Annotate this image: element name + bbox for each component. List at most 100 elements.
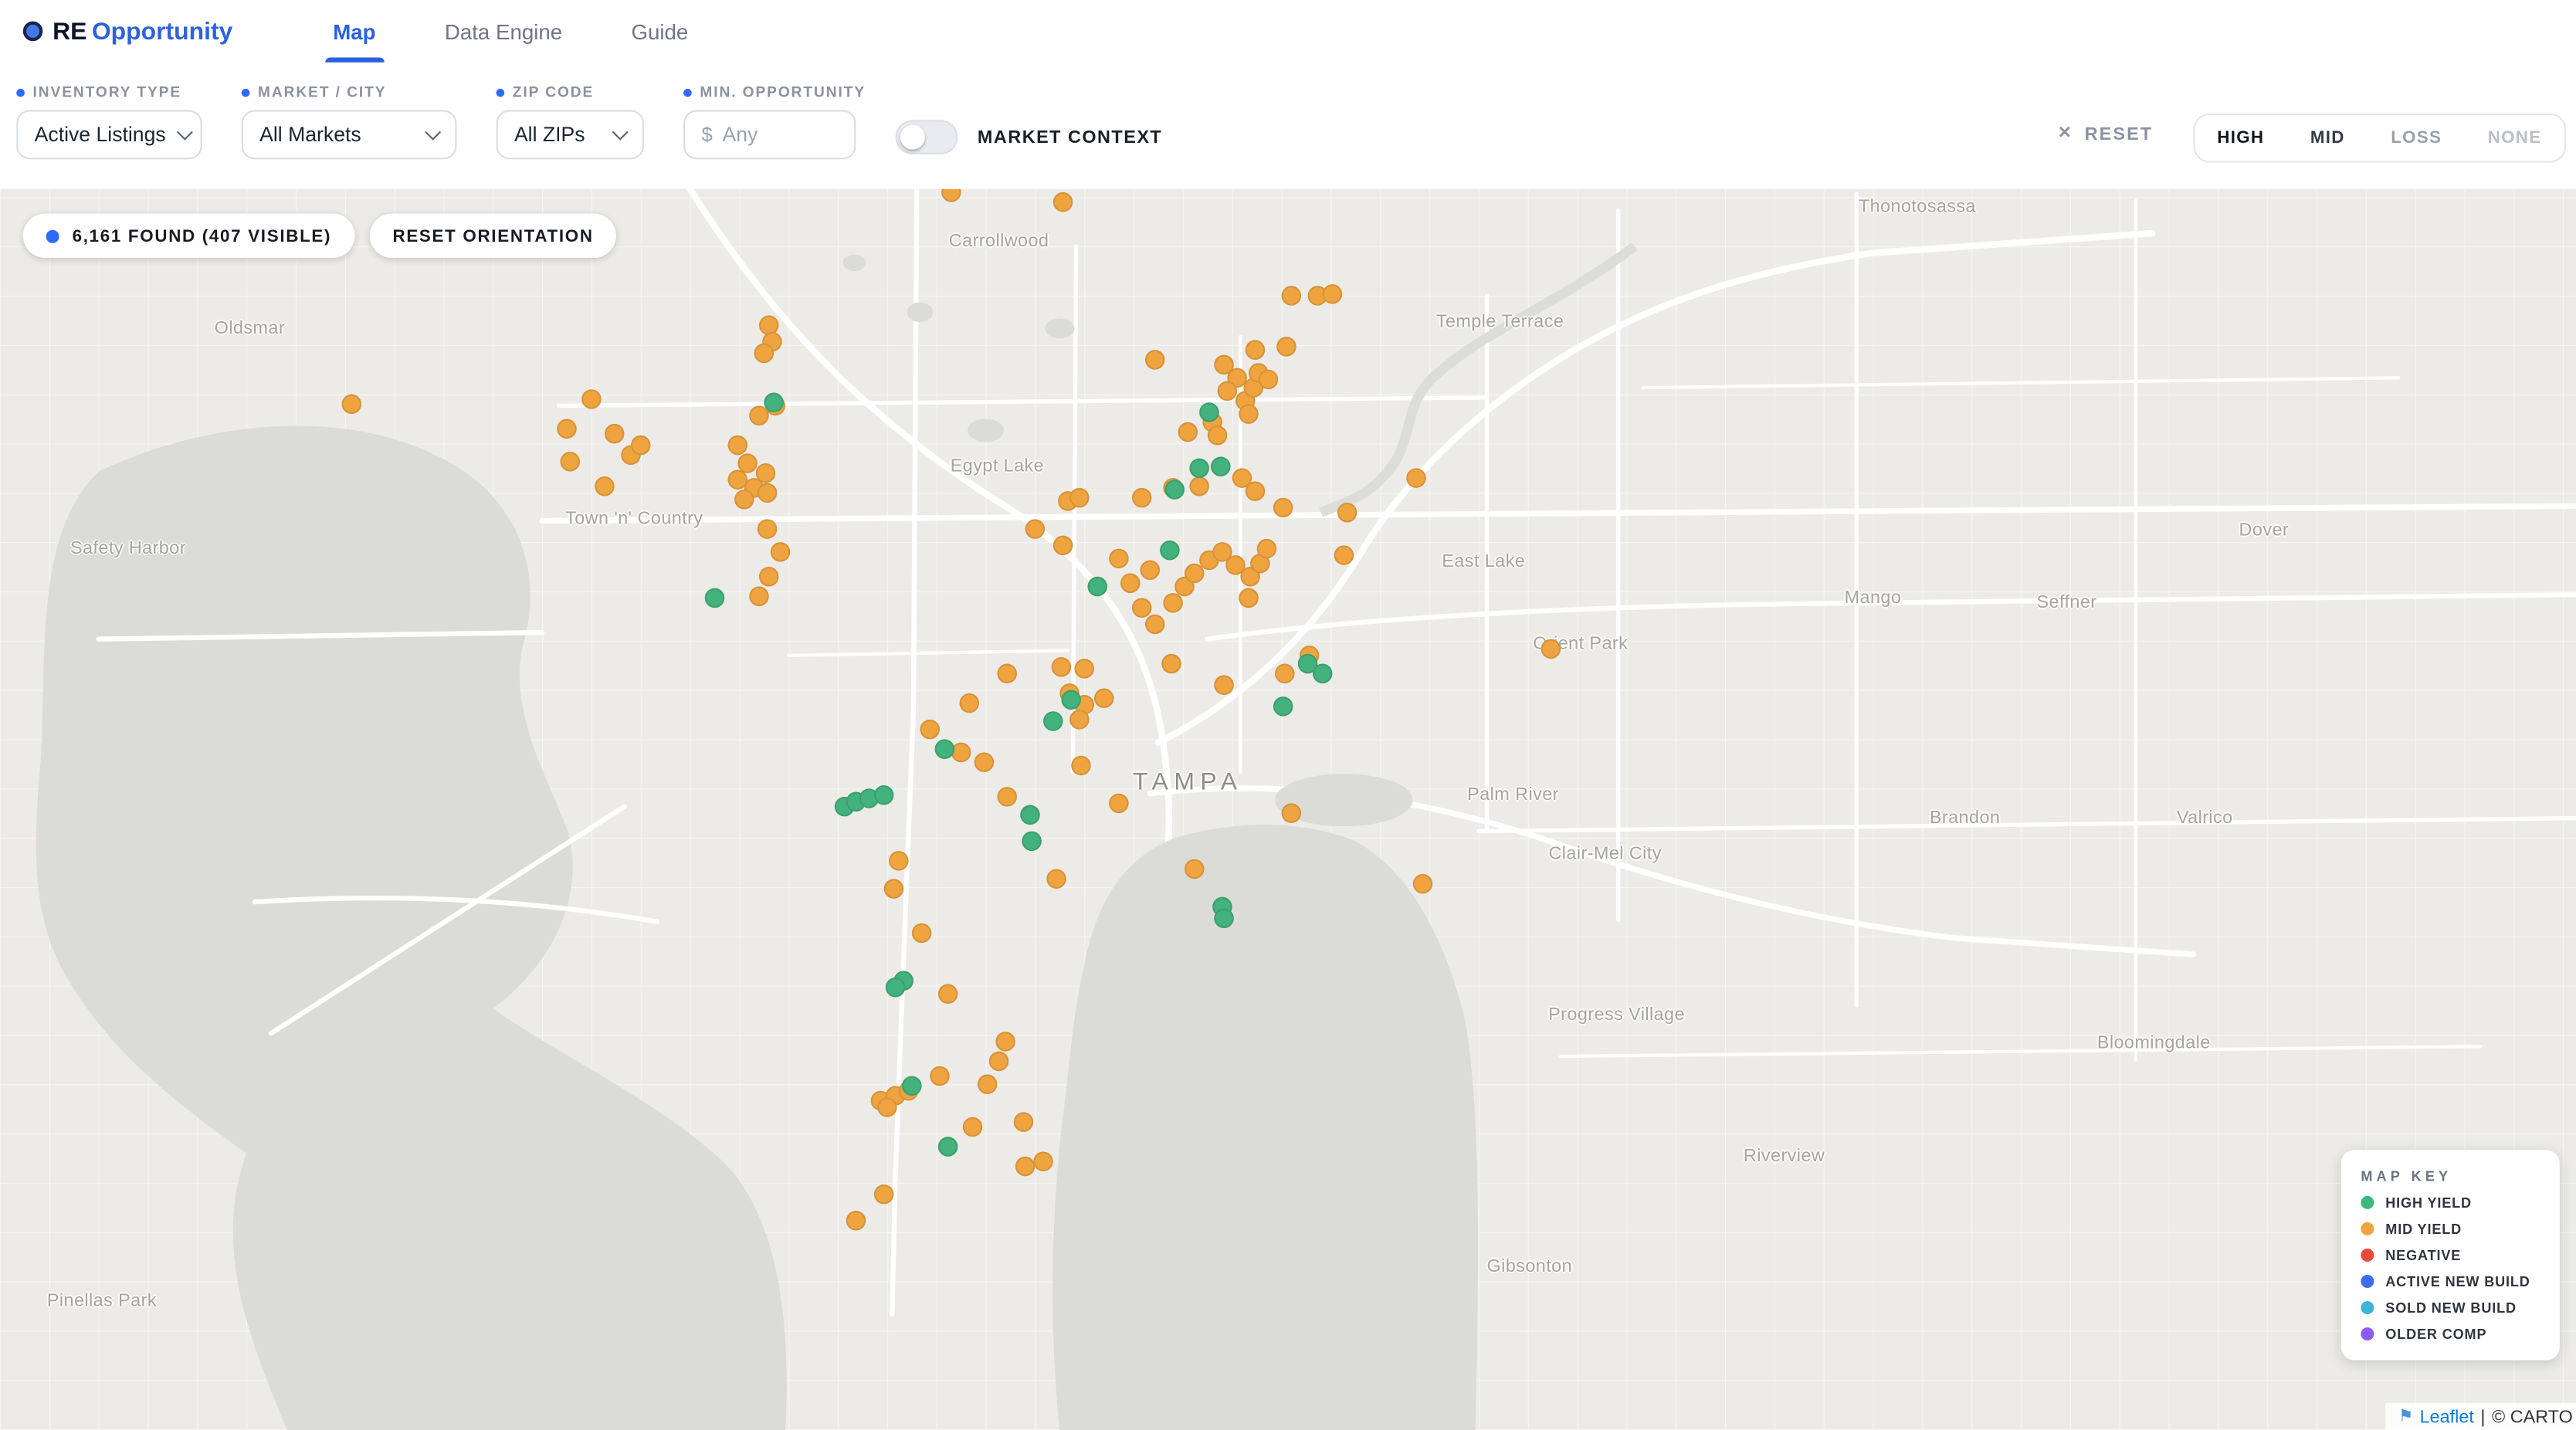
marker-mid-yield[interactable] — [1046, 869, 1066, 890]
marker-mid-yield[interactable] — [754, 344, 774, 364]
marker-mid-yield[interactable] — [1214, 675, 1234, 695]
marker-mid-yield[interactable] — [997, 664, 1017, 684]
marker-mid-yield[interactable] — [1163, 593, 1183, 613]
marker-mid-yield[interactable] — [1053, 536, 1073, 556]
marker-mid-yield[interactable] — [595, 476, 615, 496]
marker-high-yield[interactable] — [886, 978, 906, 998]
marker-mid-yield[interactable] — [874, 1184, 894, 1205]
marker-mid-yield[interactable] — [974, 752, 995, 772]
marker-mid-yield[interactable] — [342, 395, 362, 415]
marker-mid-yield[interactable] — [734, 490, 754, 510]
marker-mid-yield[interactable] — [989, 1052, 1009, 1072]
marker-mid-yield[interactable] — [1259, 370, 1279, 390]
marker-mid-yield[interactable] — [1239, 404, 1259, 424]
market-city-select[interactable]: All Markets — [242, 110, 457, 160]
marker-mid-yield[interactable] — [1141, 561, 1161, 581]
marker-mid-yield[interactable] — [1161, 654, 1181, 674]
marker-high-yield[interactable] — [1214, 909, 1234, 929]
nav-tab-guide[interactable]: Guide — [626, 0, 693, 63]
marker-high-yield[interactable] — [1313, 664, 1333, 684]
marker-high-yield[interactable] — [1061, 690, 1081, 710]
marker-mid-yield[interactable] — [1053, 192, 1073, 212]
tier-none-button[interactable]: NONE — [2465, 115, 2564, 161]
tier-loss-button[interactable]: LOSS — [2368, 115, 2465, 161]
marker-mid-yield[interactable] — [960, 693, 980, 713]
marker-mid-yield[interactable] — [1185, 859, 1205, 879]
marker-mid-yield[interactable] — [884, 879, 904, 899]
nav-tab-map[interactable]: Map — [328, 0, 381, 63]
marker-mid-yield[interactable] — [963, 1117, 983, 1137]
marker-mid-yield[interactable] — [758, 519, 778, 539]
inventory-type-select[interactable]: Active Listings — [16, 110, 202, 160]
tier-high-button[interactable]: HIGH — [2195, 115, 2288, 161]
marker-mid-yield[interactable] — [749, 587, 769, 607]
marker-high-yield[interactable] — [1022, 832, 1042, 852]
marker-mid-yield[interactable] — [920, 720, 940, 740]
zip-code-select[interactable]: All ZIPs — [497, 110, 644, 160]
marker-mid-yield[interactable] — [1257, 539, 1277, 559]
marker-mid-yield[interactable] — [930, 1066, 950, 1086]
marker-mid-yield[interactable] — [1025, 519, 1046, 539]
marker-mid-yield[interactable] — [1074, 659, 1094, 679]
app-logo[interactable]: RE Opportunity — [23, 17, 233, 45]
marker-mid-yield[interactable] — [1132, 598, 1152, 618]
marker-high-yield[interactable] — [1211, 456, 1231, 476]
marker-mid-yield[interactable] — [1069, 488, 1090, 508]
marker-mid-yield[interactable] — [912, 923, 932, 944]
marker-mid-yield[interactable] — [1109, 549, 1129, 569]
marker-high-yield[interactable] — [705, 588, 725, 608]
carto-link[interactable]: © CARTO — [2492, 1407, 2573, 1427]
marker-mid-yield[interactable] — [631, 435, 651, 456]
min-opportunity-input[interactable] — [722, 124, 817, 147]
marker-mid-yield[interactable] — [759, 567, 779, 587]
marker-mid-yield[interactable] — [877, 1097, 897, 1117]
marker-mid-yield[interactable] — [1014, 1112, 1034, 1132]
marker-mid-yield[interactable] — [1246, 340, 1266, 360]
reset-filters-button[interactable]: ✕ RESET — [2058, 125, 2154, 145]
leaflet-link[interactable]: Leaflet — [2420, 1407, 2474, 1427]
marker-mid-yield[interactable] — [1109, 794, 1129, 814]
marker-mid-yield[interactable] — [1120, 574, 1141, 594]
map-canvas[interactable]: ThonotosassaCarrollwoodTemple TerraceOld… — [0, 189, 2576, 1430]
marker-high-yield[interactable] — [1273, 696, 1293, 717]
nav-tab-data-engine[interactable]: Data Engine — [439, 0, 567, 63]
marker-mid-yield[interactable] — [1145, 350, 1165, 370]
marker-mid-yield[interactable] — [1541, 639, 1561, 659]
marker-mid-yield[interactable] — [1282, 803, 1302, 823]
marker-high-yield[interactable] — [764, 392, 784, 412]
marker-high-yield[interactable] — [1160, 540, 1180, 561]
marker-mid-yield[interactable] — [1145, 615, 1165, 635]
marker-mid-yield[interactable] — [1132, 488, 1152, 508]
marker-mid-yield[interactable] — [581, 389, 602, 409]
marker-mid-yield[interactable] — [1239, 588, 1259, 608]
marker-high-yield[interactable] — [1043, 711, 1063, 731]
results-count-pill[interactable]: 6,161 FOUND (407 VISIBLE) — [23, 214, 354, 258]
marker-high-yield[interactable] — [1199, 402, 1219, 422]
marker-high-yield[interactable] — [1189, 459, 1209, 479]
marker-mid-yield[interactable] — [1178, 422, 1198, 442]
marker-mid-yield[interactable] — [1071, 756, 1091, 776]
marker-mid-yield[interactable] — [1218, 381, 1238, 402]
marker-mid-yield[interactable] — [938, 984, 958, 1004]
market-context-toggle[interactable] — [896, 120, 958, 154]
marker-mid-yield[interactable] — [889, 851, 909, 871]
marker-high-yield[interactable] — [1020, 805, 1040, 825]
marker-mid-yield[interactable] — [1406, 468, 1426, 488]
marker-mid-yield[interactable] — [995, 1032, 1015, 1052]
marker-mid-yield[interactable] — [1052, 657, 1072, 677]
marker-mid-yield[interactable] — [1246, 481, 1266, 501]
marker-mid-yield[interactable] — [728, 435, 748, 456]
marker-mid-yield[interactable] — [1282, 286, 1302, 306]
marker-mid-yield[interactable] — [1015, 1157, 1035, 1177]
marker-mid-yield[interactable] — [1275, 664, 1295, 684]
marker-high-yield[interactable] — [1087, 577, 1107, 597]
marker-mid-yield[interactable] — [951, 743, 971, 763]
marker-mid-yield[interactable] — [756, 463, 776, 483]
marker-high-yield[interactable] — [1164, 479, 1185, 500]
marker-mid-yield[interactable] — [1337, 503, 1357, 523]
marker-mid-yield[interactable] — [978, 1074, 998, 1094]
marker-mid-yield[interactable] — [1334, 545, 1354, 565]
marker-mid-yield[interactable] — [1189, 476, 1209, 496]
marker-mid-yield[interactable] — [758, 483, 778, 503]
marker-mid-yield[interactable] — [846, 1211, 866, 1231]
